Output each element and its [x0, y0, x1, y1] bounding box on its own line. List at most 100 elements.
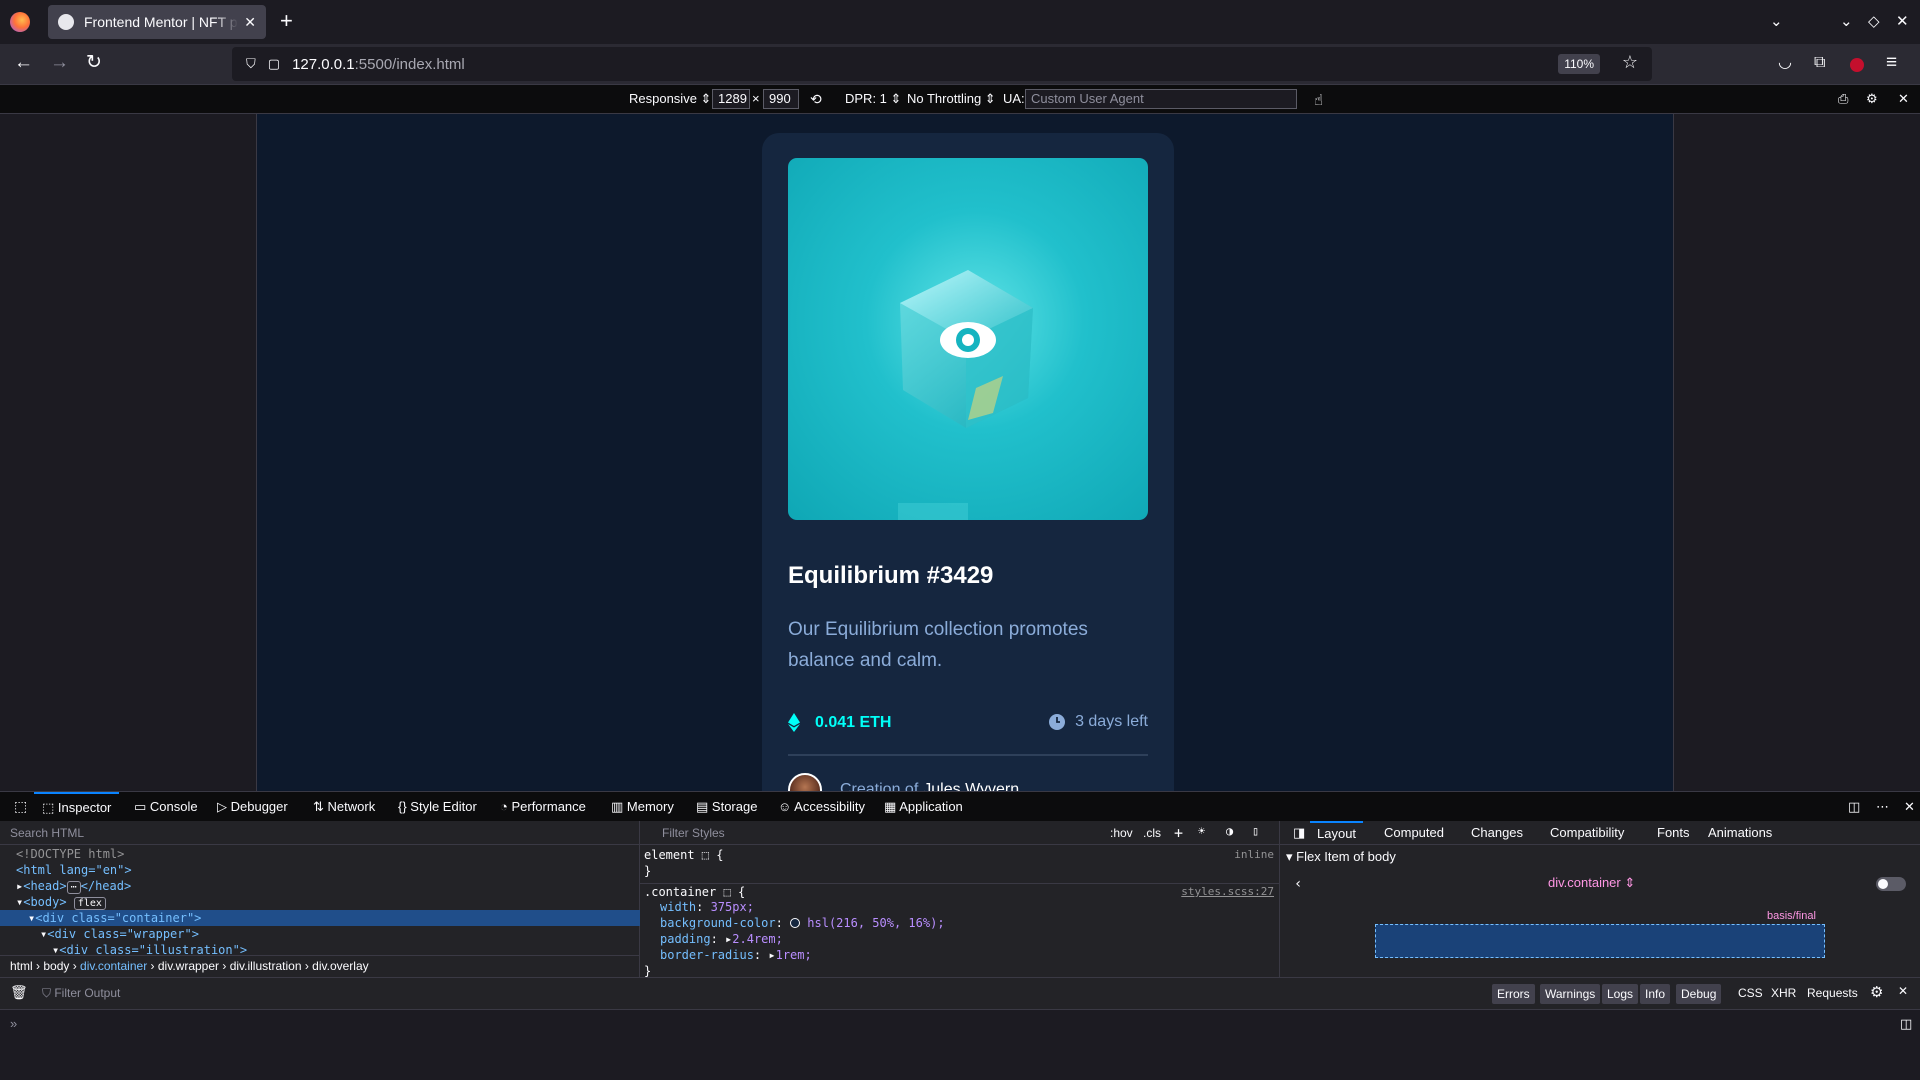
cls-toggle[interactable]: .cls	[1143, 826, 1161, 840]
screenshot-icon[interactable]: ⎙	[1838, 91, 1848, 107]
rule-element[interactable]: element ⬚ {inline	[640, 847, 1280, 863]
close-console-icon[interactable]: ✕	[1898, 984, 1908, 998]
close-devtools-icon[interactable]: ✕	[1896, 792, 1920, 821]
close-rdm-icon[interactable]: ✕	[1898, 91, 1909, 107]
url-bar[interactable]: ⛉ ▢ 127.0.0.1:5500/index.html 110% ☆	[232, 47, 1652, 81]
tab-performance[interactable]: ◔ Performance	[492, 792, 594, 821]
tab-accessibility[interactable]: ☺ Accessibility	[770, 792, 873, 821]
flex-item-header[interactable]: ▾ Flex Item of body	[1286, 849, 1396, 865]
close-tab-icon[interactable]: ✕	[244, 14, 256, 31]
tab-application[interactable]: ▦ Application	[876, 792, 971, 821]
tab-debugger[interactable]: ▷ Debugger	[209, 792, 296, 821]
filter-info-button[interactable]: Info	[1640, 984, 1671, 1004]
viewport-height-input[interactable]: 990	[763, 89, 799, 109]
markup-line-wrapper[interactable]: ▾<div class="wrapper">	[0, 926, 640, 942]
dpr-selector[interactable]: DPR: 1 ⇕	[845, 91, 901, 107]
rule-declaration[interactable]: width: 375px;	[640, 899, 1280, 915]
filter-output-input[interactable]: ⛉ Filter Output	[42, 986, 120, 1001]
browser-tab[interactable]: Frontend Mentor | NFT pr ✕	[48, 5, 266, 39]
breadcrumb-item[interactable]: div.wrapper	[158, 959, 219, 973]
tab-animations[interactable]: Animations	[1701, 821, 1779, 845]
back-arrow-icon[interactable]: ‹	[1294, 876, 1302, 892]
filter-errors-button[interactable]: Errors	[1492, 984, 1535, 1004]
filter-xhr-button[interactable]: XHR	[1771, 986, 1796, 1000]
highlight-toggle[interactable]	[1876, 877, 1906, 891]
throttling-selector[interactable]: No Throttling ⇕	[907, 91, 996, 107]
console-settings-icon[interactable]: ⚙	[1870, 983, 1883, 1001]
light-scheme-icon[interactable]: ☀	[1198, 824, 1205, 838]
nft-image[interactable]	[788, 158, 1148, 520]
more-options-icon[interactable]: ⋯	[1868, 792, 1897, 821]
viewport-width-input[interactable]: 1289	[712, 89, 750, 109]
page-icon[interactable]: ▢	[268, 56, 280, 72]
print-media-icon[interactable]: ▯	[1252, 824, 1259, 838]
breadcrumb-item[interactable]: div.illustration	[230, 959, 302, 973]
tab-console[interactable]: ▭ Console	[126, 792, 206, 821]
tab-layout[interactable]: Layout	[1310, 821, 1364, 845]
rule-source-link[interactable]: styles.scss:27	[1181, 884, 1274, 900]
trash-icon[interactable]: 🗑	[10, 984, 28, 1001]
nft-title[interactable]: Equilibrium #3429	[788, 562, 993, 590]
filter-css-button[interactable]: CSS	[1738, 986, 1763, 1000]
bookmark-star-icon[interactable]: ☆	[1622, 52, 1638, 73]
close-window-icon[interactable]: ✕	[1896, 12, 1909, 30]
flex-item-selector[interactable]: div.container ⇕	[1548, 875, 1635, 891]
flex-badge[interactable]: flex	[73, 897, 106, 910]
filter-debug-button[interactable]: Debug	[1676, 984, 1722, 1004]
device-selector[interactable]: Responsive ⇕	[629, 91, 711, 107]
settings-icon[interactable]: ⚙	[1866, 91, 1878, 107]
filter-logs-button[interactable]: Logs	[1602, 984, 1639, 1004]
markup-line-illustration[interactable]: ▾<div class="illustration">	[0, 942, 640, 955]
pocket-icon[interactable]: ◡	[1778, 52, 1792, 74]
breadcrumb-item[interactable]: body	[43, 959, 69, 973]
menu-icon[interactable]: ≡	[1886, 52, 1897, 74]
tab-memory[interactable]: ▥ Memory	[603, 792, 682, 821]
markup-line-head[interactable]: ▸<head> ⋯ </head>	[0, 878, 640, 894]
tab-storage[interactable]: ▤ Storage	[688, 792, 765, 821]
extensions-icon[interactable]: ⧉	[1814, 52, 1825, 74]
toggle-sidebar-icon[interactable]: ◨	[1286, 821, 1312, 845]
tab-inspector[interactable]: ⬚ Inspector	[34, 792, 120, 821]
hov-toggle[interactable]: :hov	[1110, 826, 1133, 840]
dark-scheme-icon[interactable]: ◑	[1226, 824, 1233, 838]
markup-line-html[interactable]: <html lang="en">	[0, 862, 640, 878]
tab-fonts[interactable]: Fonts	[1650, 821, 1697, 845]
creator-name-link[interactable]: Jules Wyvern	[923, 781, 1019, 791]
restore-icon[interactable]: ◇	[1868, 12, 1880, 30]
ublock-icon[interactable]	[1850, 58, 1864, 72]
breadcrumb-item[interactable]: div.overlay	[312, 959, 368, 973]
tab-style-editor[interactable]: {} Style Editor	[390, 792, 485, 821]
list-all-tabs-icon[interactable]: ⌄	[1770, 12, 1783, 30]
markup-line-container[interactable]: ▾<div class="container">	[0, 910, 640, 926]
breadcrumb-item[interactable]: div.container	[80, 959, 147, 973]
minimize-icon[interactable]: ⌄	[1840, 12, 1853, 30]
shield-icon[interactable]: ⛉	[246, 56, 256, 72]
add-rule-icon[interactable]: +	[1174, 824, 1183, 842]
filter-warnings-button[interactable]: Warnings	[1540, 984, 1601, 1004]
rule-declaration[interactable]: border-radius: ▸1rem;	[640, 947, 1280, 963]
forward-icon[interactable]: →	[50, 52, 69, 74]
new-tab-icon[interactable]: +	[280, 10, 293, 32]
filter-styles-input[interactable]: Filter Styles	[640, 821, 1280, 845]
touch-simulation-icon[interactable]: ☝	[1314, 91, 1323, 109]
firefox-logo-icon[interactable]	[10, 12, 30, 32]
filter-requests-button[interactable]: Requests	[1807, 986, 1858, 1000]
editor-mode-icon[interactable]: ◫	[1900, 1016, 1912, 1032]
user-agent-input[interactable]: Custom User Agent	[1025, 89, 1297, 109]
markup-line-body[interactable]: ▾<body> flex	[0, 894, 640, 910]
back-icon[interactable]: ←	[14, 52, 33, 74]
tab-changes[interactable]: Changes	[1464, 821, 1530, 845]
zoom-indicator[interactable]: 110%	[1558, 54, 1600, 74]
console-input[interactable]: » ◫	[0, 1009, 1920, 1080]
rule-declaration[interactable]: background-color: hsl(216, 50%, 16%);	[640, 915, 1280, 931]
color-swatch[interactable]	[790, 918, 801, 928]
rotate-icon[interactable]: ⟲	[810, 91, 822, 108]
tab-compatibility[interactable]: Compatibility	[1543, 821, 1631, 845]
breadcrumb-item[interactable]: html	[10, 959, 33, 973]
markup-line-doctype[interactable]: <!DOCTYPE html>	[0, 846, 640, 862]
tab-computed[interactable]: Computed	[1377, 821, 1451, 845]
search-html-input[interactable]: Search HTML	[0, 821, 640, 845]
element-picker-icon[interactable]: ⬚	[6, 792, 35, 821]
rule-declaration[interactable]: padding: ▸2.4rem;	[640, 931, 1280, 947]
tab-network[interactable]: ⇅ Network	[305, 792, 383, 821]
